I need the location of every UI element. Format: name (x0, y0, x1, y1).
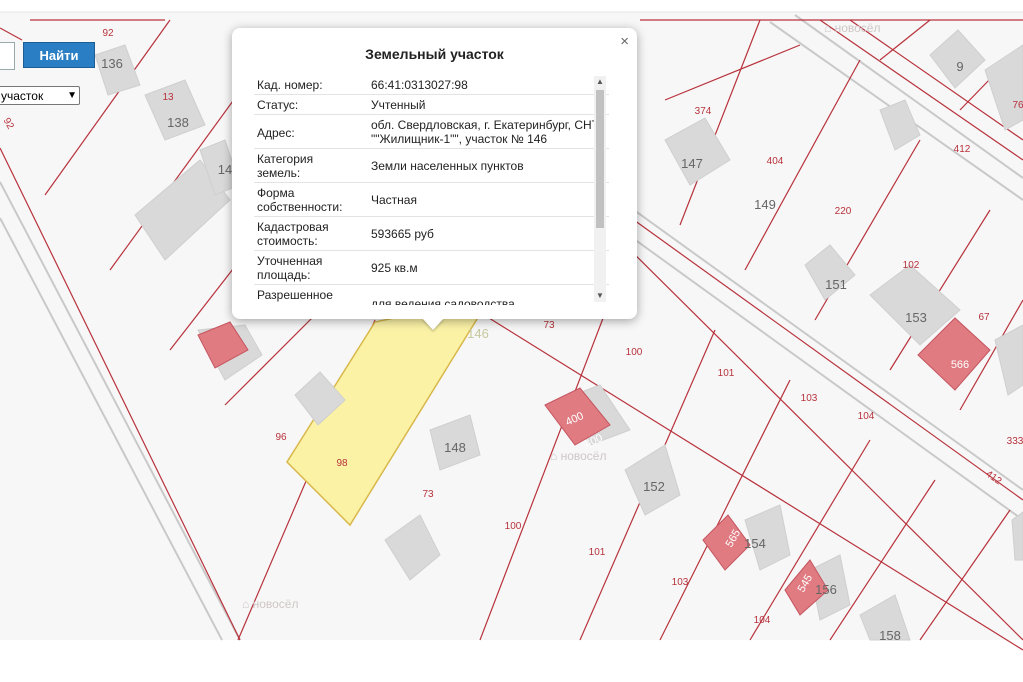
attr-value: Частная (371, 193, 417, 207)
parcel-label: 98 (336, 458, 348, 469)
chevron-down-icon: ▼ (67, 90, 77, 101)
find-button[interactable]: Найти (23, 42, 95, 68)
parcel-label: 73 (422, 489, 434, 500)
attr-value: 925 кв.м (371, 261, 418, 275)
building-label: 154 (744, 536, 766, 551)
attr-value: обл. Свердловская, г. Екатеринбург, СНТ … (371, 118, 599, 146)
parcel-label: 404 (767, 156, 784, 167)
building-label: 149 (754, 197, 776, 212)
parcel-label: 103 (801, 393, 818, 404)
building-label: 566 (951, 359, 969, 371)
close-icon[interactable]: × (620, 33, 629, 50)
building-label: 138 (167, 115, 189, 130)
parcel-label: 96 (275, 432, 287, 443)
parcel-label: 220 (835, 206, 852, 217)
building-label: 147 (681, 156, 703, 171)
attr-label: Адрес: (257, 126, 295, 140)
attr-label: Уточненная площадь: (257, 254, 323, 282)
parcel-info-popup: Земельный участок × Кад. номер: 66:41:03… (232, 28, 637, 319)
parcel-label: 92 (102, 28, 114, 39)
attr-label: Статус: (257, 98, 299, 112)
attr-label: Категория земель: (257, 152, 314, 180)
popup-title: Земельный участок (365, 46, 504, 62)
watermark: ⌂ новосёл (824, 21, 880, 35)
scroll-up-icon[interactable]: ▲ (594, 76, 606, 88)
parcel-label: 102 (903, 260, 920, 271)
building-label: 146 (467, 326, 489, 341)
scroll-down-icon[interactable]: ▼ (594, 290, 606, 302)
watermark: ⌂ новосёл (550, 449, 606, 463)
attr-label: Кад. номер: (257, 78, 323, 92)
parcel-label: 104 (858, 411, 875, 422)
parcel-label: 73 (543, 320, 555, 331)
attr-value: Учтенный (371, 98, 426, 112)
building-label: 9 (956, 59, 963, 74)
parcel-label: 100 (626, 347, 643, 358)
building-label: 156 (815, 582, 837, 597)
parcel-label: 101 (589, 547, 606, 558)
watermark: ⌂ новосёл (242, 597, 298, 611)
parcel-label: 333 (1007, 436, 1023, 447)
popup-scrollbar[interactable]: ▲ ▼ (594, 76, 606, 302)
attr-row: Форма собственности: Частная (254, 183, 609, 217)
parcel-label: 104 (754, 615, 771, 626)
scroll-thumb[interactable] (596, 90, 604, 228)
building-label: 153 (905, 310, 927, 325)
parcel-label: 67 (978, 312, 990, 323)
attr-label: Разрешенное (257, 288, 333, 302)
attr-label: Кадастровая стоимость: (257, 220, 329, 248)
attr-row: Разрешенное для ведения садоводства (254, 285, 609, 305)
layer-select[interactable]: участок ▼ (0, 86, 80, 105)
attr-row: Кад. номер: 66:41:0313027:98 (254, 75, 609, 95)
building-label: 158 (879, 628, 901, 643)
building-label: 151 (825, 277, 847, 292)
building-label: 14 (218, 162, 232, 177)
attr-row: Уточненная площадь: 925 кв.м (254, 251, 609, 285)
attr-value: 593665 руб (371, 227, 434, 241)
parcel-label: 103 (672, 577, 689, 588)
attr-value: Земли населенных пунктов (371, 159, 524, 173)
popup-pointer (422, 318, 444, 330)
parcel-label: 76 (1012, 100, 1023, 111)
attr-row: Адрес: обл. Свердловская, г. Екатеринбур… (254, 115, 609, 149)
attr-row: Статус: Учтенный (254, 95, 609, 115)
attr-label: Форма собственности: (257, 186, 343, 214)
parcel-label: 412 (954, 144, 971, 155)
building-label: 136 (101, 56, 123, 71)
building-label: 148 (444, 440, 466, 455)
search-input[interactable] (0, 42, 15, 70)
attr-value: для ведения садоводства (371, 297, 515, 305)
building-label: 152 (643, 479, 665, 494)
parcel-attributes[interactable]: Кад. номер: 66:41:0313027:98 Статус: Учт… (254, 75, 609, 305)
parcel-label: 101 (718, 368, 735, 379)
parcel-label: 13 (162, 92, 174, 103)
layer-select-value: участок (1, 88, 44, 103)
parcel-label: 374 (695, 106, 712, 117)
parcel-label: 100 (505, 521, 522, 532)
attr-value: 66:41:0313027:98 (371, 78, 468, 92)
attr-row: Кадастровая стоимость: 593665 руб (254, 217, 609, 251)
attr-row: Категория земель: Земли населенных пункт… (254, 149, 609, 183)
